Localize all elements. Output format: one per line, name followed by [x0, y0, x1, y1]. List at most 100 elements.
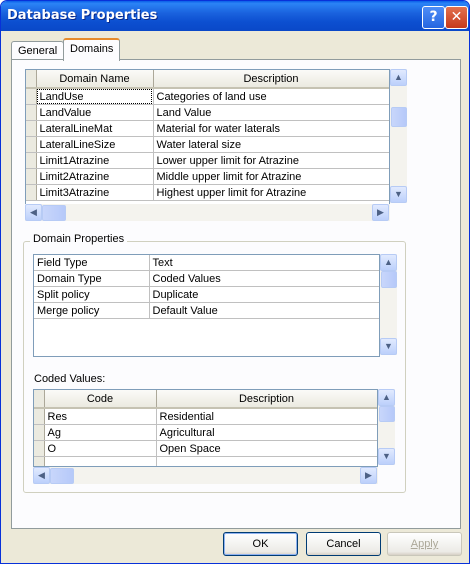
scroll-down-button[interactable]: ▼	[378, 448, 395, 465]
property-value-cell[interactable]: Coded Values	[149, 270, 379, 287]
description-cell[interactable]: Residential	[156, 408, 377, 425]
scroll-up-button[interactable]: ▲	[380, 254, 397, 271]
domain-name-cell[interactable]: LandValue	[36, 104, 154, 121]
description-cell[interactable]: Highest upper limit for Atrazine	[153, 184, 389, 201]
description-cell[interactable]: Material for water laterals	[153, 120, 389, 137]
scroll-up-button[interactable]: ▲	[378, 389, 395, 406]
row-selector[interactable]	[26, 184, 37, 201]
properties-vertical-scrollbar[interactable]: ▲ ▼	[380, 254, 397, 355]
description-cell[interactable]: Categories of land use	[153, 88, 389, 105]
scroll-left-button[interactable]: ◀	[33, 467, 50, 484]
row-selector[interactable]	[34, 456, 45, 466]
domain-name-cell[interactable]: Limit3Atrazine	[36, 184, 154, 201]
column-header-domain-name[interactable]: Domain Name	[36, 70, 154, 89]
row-header-corner	[34, 390, 45, 409]
table-row[interactable]: Limit3Atrazine Highest upper limit for At…	[26, 184, 389, 201]
scroll-thumb[interactable]	[42, 205, 66, 221]
table-row[interactable]	[34, 456, 377, 466]
domains-vertical-scrollbar[interactable]: ▲ ▼	[390, 69, 407, 203]
scroll-down-button[interactable]: ▼	[390, 186, 407, 203]
ok-button[interactable]: OK	[223, 532, 298, 556]
table-row[interactable]: LateralLineSize Water lateral size	[26, 136, 389, 153]
property-value-cell[interactable]: Duplicate	[149, 286, 379, 303]
coded-values-horizontal-scrollbar[interactable]: ◀ ▶	[33, 467, 378, 484]
scroll-thumb[interactable]	[391, 107, 407, 127]
table-row[interactable]: LandUse Categories of land use	[26, 88, 389, 105]
row-selector[interactable]	[26, 152, 37, 169]
property-name-cell: Merge policy	[34, 302, 150, 319]
domain-name-cell[interactable]: LateralLineMat	[36, 120, 154, 137]
property-row[interactable]: Merge policy Default Value	[34, 302, 379, 319]
row-selector[interactable]	[34, 408, 45, 425]
scroll-right-button[interactable]: ▶	[372, 204, 389, 221]
property-row[interactable]: Domain Type Coded Values	[34, 270, 379, 287]
property-row[interactable]: Split policy Duplicate	[34, 286, 379, 303]
column-header-description[interactable]: Description	[156, 390, 377, 409]
scroll-left-button[interactable]: ◀	[25, 204, 42, 221]
description-cell[interactable]: Agricultural	[156, 424, 377, 441]
column-header-description[interactable]: Description	[153, 70, 389, 89]
description-cell[interactable]: Open Space	[156, 440, 377, 457]
tab-general[interactable]: General	[11, 41, 65, 60]
table-row[interactable]: Limit2Atrazine Middle upper limit for Atr…	[26, 168, 389, 185]
domain-name-cell[interactable]: LandUse	[36, 88, 154, 105]
row-selector[interactable]	[26, 120, 37, 137]
table-row[interactable]: LandValue Land Value	[26, 104, 389, 121]
row-selector[interactable]	[34, 440, 45, 457]
table-row[interactable]: Ag Agricultural	[34, 424, 377, 441]
row-selector[interactable]	[26, 104, 37, 121]
scroll-right-button[interactable]: ▶	[360, 467, 377, 484]
domain-name-cell[interactable]: Limit2Atrazine	[36, 168, 154, 185]
scroll-thumb[interactable]	[381, 271, 397, 288]
help-button[interactable]: ?	[422, 6, 445, 29]
arrow-right-icon: ▶	[377, 207, 384, 217]
row-selector[interactable]	[26, 136, 37, 153]
property-row[interactable]: Field Type Text	[34, 255, 379, 271]
column-header-code[interactable]: Code	[44, 390, 157, 409]
help-icon: ?	[429, 9, 438, 25]
table-row[interactable]: LateralLineMat Material for water lateral…	[26, 120, 389, 137]
property-name-cell: Domain Type	[34, 270, 150, 287]
description-cell[interactable]: Middle upper limit for Atrazine	[153, 168, 389, 185]
description-cell[interactable]	[156, 456, 377, 466]
tab-domains[interactable]: Domains	[63, 38, 121, 61]
property-name-cell: Split policy	[34, 286, 150, 303]
table-row[interactable]: Res Residential	[34, 408, 377, 425]
cancel-button[interactable]: Cancel	[306, 532, 381, 556]
scroll-up-button[interactable]: ▲	[390, 69, 407, 86]
code-cell[interactable]: Res	[44, 408, 157, 425]
close-button[interactable]: ✕	[445, 6, 468, 29]
row-selector[interactable]	[34, 424, 45, 441]
domain-name-cell[interactable]: LateralLineSize	[36, 136, 154, 153]
arrow-right-icon: ▶	[365, 470, 372, 480]
domains-grid[interactable]: Domain Name Description LandUse Categorie…	[25, 69, 390, 205]
description-cell[interactable]: Land Value	[153, 104, 389, 121]
domain-name-cell[interactable]: Limit1Atrazine	[36, 152, 154, 169]
code-cell[interactable]	[44, 456, 157, 466]
row-selector[interactable]	[26, 88, 37, 105]
domains-header-row: Domain Name Description	[26, 70, 389, 89]
property-value-cell[interactable]: Text	[149, 255, 379, 271]
coded-values-vertical-scrollbar[interactable]: ▲ ▼	[378, 389, 395, 465]
domain-properties-grid[interactable]: Field Type Text Domain Type Coded Values S…	[33, 254, 380, 357]
row-selector[interactable]	[26, 168, 37, 185]
scroll-thumb[interactable]	[379, 406, 395, 422]
arrow-up-icon: ▲	[384, 257, 393, 267]
scroll-thumb[interactable]	[50, 468, 74, 484]
arrow-down-icon: ▼	[382, 451, 391, 461]
coded-values-header-row: Code Description	[34, 390, 377, 409]
scroll-down-button[interactable]: ▼	[380, 338, 397, 355]
coded-values-table: Code Description Res Residential Ag Agricu…	[34, 390, 377, 466]
table-row[interactable]: Limit1Atrazine Lower upper limit for Atra…	[26, 152, 389, 169]
description-cell[interactable]: Lower upper limit for Atrazine	[153, 152, 389, 169]
table-row[interactable]: O Open Space	[34, 440, 377, 457]
domains-horizontal-scrollbar[interactable]: ◀ ▶	[25, 204, 390, 221]
code-cell[interactable]: O	[44, 440, 157, 457]
coded-values-grid[interactable]: Code Description Res Residential Ag Agricu…	[33, 389, 378, 467]
code-cell[interactable]: Ag	[44, 424, 157, 441]
description-cell[interactable]: Water lateral size	[153, 136, 389, 153]
title-bar[interactable]: Database Properties ? ✕	[1, 1, 469, 31]
apply-button[interactable]: Apply	[387, 532, 462, 556]
arrow-down-icon: ▼	[394, 189, 403, 199]
property-value-cell[interactable]: Default Value	[149, 302, 379, 319]
